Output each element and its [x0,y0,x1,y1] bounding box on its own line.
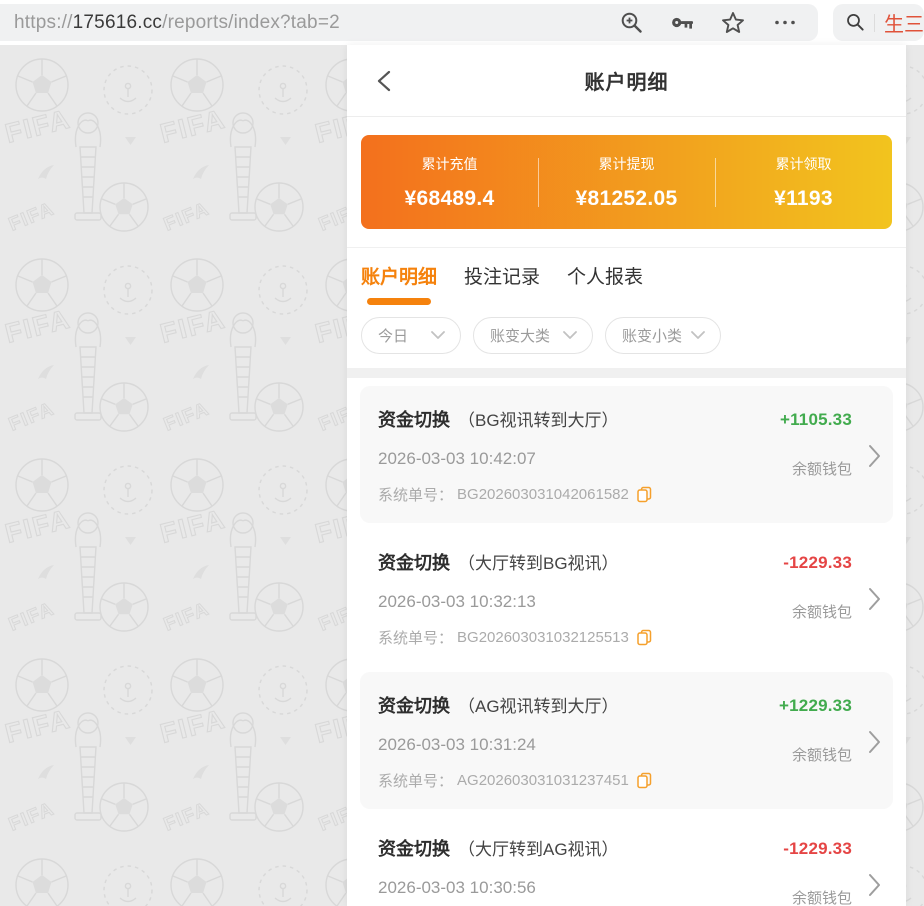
total-withdraw-value: ¥81252.05 [538,187,715,211]
wallet-label: 余额钱包 [792,887,852,906]
order-number-label: 系统单号： [378,627,453,648]
page-content: FIFA [0,45,924,906]
page-title: 账户明细 [585,66,669,95]
transaction-detail: （大厅转到AG视讯） [458,840,619,859]
url-domain: 175616.cc [73,12,162,33]
order-number-value: BG202603031032125513 [457,629,629,646]
chevron-right-icon [868,873,881,897]
total-withdraw-label: 累计提现 [538,154,715,174]
transaction-type: 资金切换 [378,410,450,430]
tabs: 账户明细 投注记录 个人报表 [361,262,892,305]
chevron-down-icon [431,331,445,340]
chevron-right-icon [868,444,881,468]
transaction-detail: （大厅转到BG视讯） [458,554,619,573]
section-divider [347,368,906,378]
browser-search-box[interactable]: 生三 [833,4,924,41]
transaction-item[interactable]: 资金切换 （AG视讯转到大厅） 2026-03-03 10:31:24 系统单号：… [360,672,893,809]
total-claimed-value: ¥1193 [715,187,892,211]
order-number-label: 系统单号： [378,484,453,505]
order-number-value: AG202603031031237451 [457,772,629,789]
back-button[interactable] [375,70,397,92]
filter-minor-category[interactable]: 账变小类 [605,317,721,354]
tab-personal-report[interactable]: 个人报表 [567,262,643,305]
star-icon[interactable] [721,11,745,34]
transaction-time: 2026-03-03 10:30:56 [378,878,783,898]
total-deposit-label: 累计充值 [361,154,538,174]
key-icon[interactable] [670,11,694,34]
tab-account-detail[interactable]: 账户明细 [361,262,437,305]
transaction-amount: +1105.33 [780,410,852,430]
account-detail-panel: 账户明细 累计充值 ¥68489.4 累计提现 ¥81252.05 累计领取 ¥… [347,45,906,906]
order-number-label: 系统单号： [378,770,453,791]
copy-icon[interactable] [637,629,652,646]
address-bar-icons [620,11,798,34]
filter-row: 今日 账变大类 账变小类 [361,317,892,354]
totals-card: 累计充值 ¥68489.4 累计提现 ¥81252.05 累计领取 ¥1193 [361,135,892,229]
transaction-detail: （BG视讯转到大厅） [458,411,619,430]
transaction-item[interactable]: 资金切换 （大厅转到BG视讯） 2026-03-03 10:32:13 系统单号：… [360,529,893,666]
transaction-item[interactable]: 资金切换（大厅转到AG视讯） 2026-03-03 10:30:56 系统单号：… [360,815,893,906]
total-claimed: 累计领取 ¥1193 [715,154,892,211]
chevron-right-icon [868,587,881,611]
transaction-item[interactable]: 资金切换 （BG视讯转到大厅） 2026-03-03 10:42:07 系统单号：… [360,386,893,523]
url-path: /reports/index?tab=2 [162,12,340,33]
wallet-label: 余额钱包 [792,458,852,479]
address-bar[interactable]: https://175616.cc/reports/index?tab=2 [0,4,818,41]
tab-bet-records[interactable]: 投注记录 [464,262,540,305]
total-claimed-label: 累计领取 [715,154,892,174]
wallet-label: 余额钱包 [792,601,852,622]
active-tab-underline [367,298,431,305]
search-suggestion-text: 生三 [884,8,924,37]
wallet-label: 余额钱包 [792,744,852,765]
filter-date[interactable]: 今日 [361,317,461,354]
chevron-down-icon [691,331,705,340]
transaction-amount: -1229.33 [783,839,852,859]
transaction-type: 资金切换 [378,839,450,859]
browser-top-bar: https://175616.cc/reports/index?tab=2 [0,0,924,45]
panel-header: 账户明细 [347,45,906,117]
transaction-amount: -1229.33 [783,553,852,573]
transaction-time: 2026-03-03 10:32:13 [378,592,783,612]
transaction-time: 2026-03-03 10:42:07 [378,449,780,469]
transaction-type: 资金切换 [378,696,450,716]
search-divider [874,14,875,32]
chevron-right-icon [868,730,881,754]
url-text: https://175616.cc/reports/index?tab=2 [14,12,340,34]
transaction-detail: （AG视讯转到大厅） [458,697,619,716]
total-deposit-value: ¥68489.4 [361,187,538,211]
url-prefix: https:// [14,12,73,33]
transaction-amount: +1229.33 [779,696,852,716]
copy-icon[interactable] [637,772,652,789]
search-icon [846,11,865,34]
order-number-value: BG202603031042061582 [457,486,629,503]
zoom-in-icon[interactable] [620,11,643,34]
transaction-time: 2026-03-03 10:31:24 [378,735,779,755]
tabs-section: 账户明细 投注记录 个人报表 今日 [347,248,906,368]
more-icon[interactable] [772,11,798,34]
chevron-down-icon [563,331,577,340]
total-withdraw: 累计提现 ¥81252.05 [538,154,715,211]
transaction-type: 资金切换 [378,553,450,573]
transaction-list: 资金切换 （BG视讯转到大厅） 2026-03-03 10:42:07 系统单号：… [347,378,906,906]
filter-major-category[interactable]: 账变大类 [473,317,593,354]
total-deposit: 累计充值 ¥68489.4 [361,154,538,211]
copy-icon[interactable] [637,486,652,503]
stats-section: 累计充值 ¥68489.4 累计提现 ¥81252.05 累计领取 ¥1193 [347,117,906,248]
